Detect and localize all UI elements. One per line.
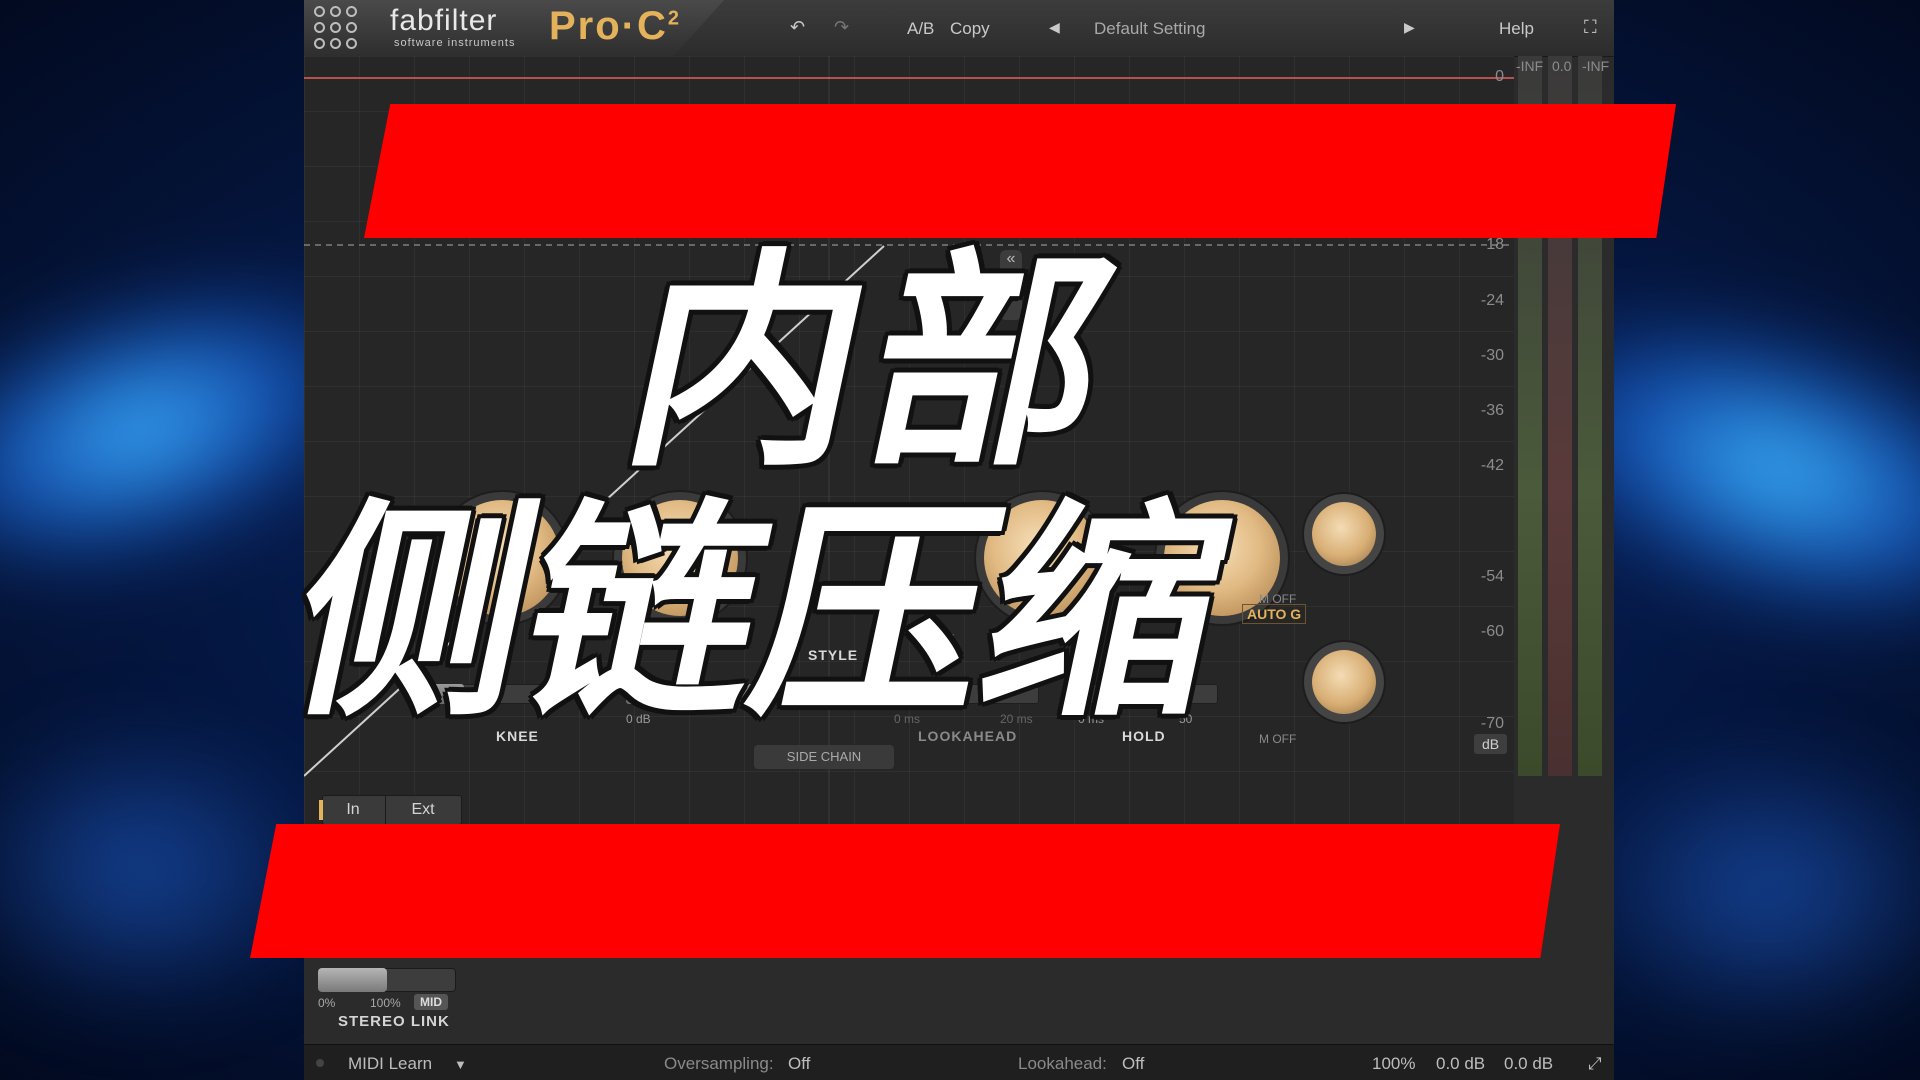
brand-subtitle: software instruments xyxy=(394,37,516,49)
output-gain-value[interactable]: 0.0 dB xyxy=(1504,1054,1553,1074)
top-toolbar: fabfilter software instruments Pro·C2 ↶ … xyxy=(304,0,1614,57)
meter-range-button[interactable]: dB xyxy=(1474,734,1508,754)
meter-inf-right: -INF xyxy=(1582,58,1610,74)
zoom-value[interactable]: 100% xyxy=(1372,1054,1415,1074)
lookahead-status-label: Lookahead: xyxy=(1018,1054,1107,1073)
brand-name: fabfilter xyxy=(390,4,498,37)
stereo-mode-button[interactable]: MID xyxy=(414,994,448,1010)
overlay-title-line-1: 内部 xyxy=(605,231,1143,498)
scale-label: -18 xyxy=(1480,236,1504,253)
preset-name[interactable]: Default Setting xyxy=(1094,19,1206,39)
stereo-link-label: STEREO LINK xyxy=(338,1013,450,1030)
scale-label: -60 xyxy=(1480,623,1504,640)
midi-indicator-icon xyxy=(316,1059,324,1067)
midi-learn-button[interactable]: MIDI Learn xyxy=(348,1054,432,1074)
scale-label: -24 xyxy=(1480,292,1504,309)
redo-icon[interactable]: ↷ xyxy=(834,17,849,38)
help-button[interactable]: Help xyxy=(1499,19,1534,39)
logo-area: fabfilter software instruments Pro·C2 xyxy=(304,0,724,56)
scale-label: 0 xyxy=(1495,68,1504,85)
dry-knob[interactable] xyxy=(1312,650,1376,714)
stereo-min-label: 0% xyxy=(318,996,336,1010)
sidechain-ext-button[interactable]: Ext xyxy=(385,796,460,824)
scale-label: -36 xyxy=(1480,402,1504,419)
product-name: Pro·C2 xyxy=(549,4,682,48)
overlay-red-bar-top xyxy=(364,104,1676,238)
overlay-red-bar-bottom xyxy=(250,824,1560,958)
ab-button[interactable]: A/B xyxy=(907,19,934,39)
oversampling-label: Oversampling: xyxy=(664,1054,774,1073)
meter-inf-left: -INF xyxy=(1516,58,1544,74)
bottom-status-bar: MIDI Learn ▼ Oversampling: Off Lookahead… xyxy=(304,1044,1614,1080)
scale-label: -70 xyxy=(1480,715,1504,732)
meter-inf-mid: 0.0 xyxy=(1552,58,1572,74)
undo-icon[interactable]: ↶ xyxy=(790,17,805,38)
next-preset-icon[interactable]: ▶ xyxy=(1404,19,1415,36)
copy-button[interactable]: Copy xyxy=(950,19,990,39)
overlay-title-line-2: 侧链压缩 xyxy=(271,481,1249,748)
scale-label: -42 xyxy=(1480,457,1504,474)
fullscreen-icon[interactable]: ⛶ xyxy=(1584,17,1597,38)
input-gain-value[interactable]: 0.0 dB xyxy=(1436,1054,1485,1074)
stereo-max-label: 100% xyxy=(370,996,401,1010)
oversampling-value[interactable]: Off xyxy=(788,1054,810,1074)
sidechain-source-toggle: In Ext xyxy=(319,795,462,825)
scale-label: -54 xyxy=(1480,568,1504,585)
gain-knob[interactable] xyxy=(1312,502,1376,566)
midi-dropdown-icon[interactable]: ▼ xyxy=(454,1057,467,1072)
sidechain-in-button[interactable]: In xyxy=(323,796,383,824)
dry-m-off-label: M OFF xyxy=(1259,732,1297,746)
prev-preset-icon[interactable]: ◀ xyxy=(1049,19,1060,36)
stereo-link-slider[interactable] xyxy=(318,968,456,992)
lookahead-status-value[interactable]: Off xyxy=(1122,1054,1144,1074)
stereo-link-fill xyxy=(318,968,387,992)
auto-gain-button[interactable]: AUTO G xyxy=(1242,604,1307,624)
scale-label: -30 xyxy=(1480,347,1504,364)
resize-icon[interactable]: ⤢ xyxy=(1588,1054,1602,1074)
side-chain-button[interactable]: SIDE CHAIN xyxy=(754,745,894,769)
fabfilter-logo-icon xyxy=(314,6,370,50)
background-glow-bottom-right xyxy=(1560,740,1920,1040)
